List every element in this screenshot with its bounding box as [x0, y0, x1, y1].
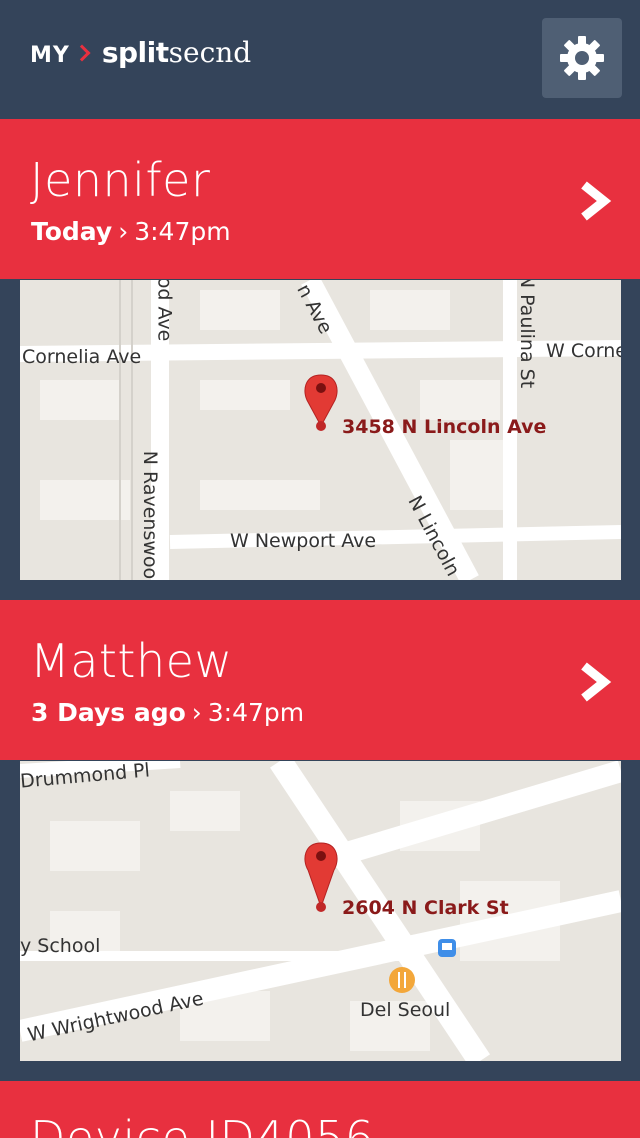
top-bar: MY split secnd: [0, 0, 640, 118]
contact-name: Jennifer: [30, 153, 211, 207]
place-label: Del Seoul: [360, 999, 451, 1021]
last-seen-clock: 3:47pm: [134, 217, 231, 246]
contact-name: Matthew: [30, 634, 233, 688]
bus-stop-icon: [438, 939, 456, 957]
gear-icon: [560, 36, 604, 80]
contact-card-matthew[interactable]: Matthew 3 Days ago › 3:47pm: [0, 600, 640, 760]
restaurant-icon: [389, 967, 415, 993]
chevron-right-icon[interactable]: [578, 662, 612, 702]
separator: ›: [118, 217, 129, 246]
street-label: W Corne: [546, 340, 621, 362]
last-seen-day: 3 Days ago: [31, 698, 186, 727]
separator: ›: [191, 698, 202, 727]
brand-logo: MY split secnd: [30, 36, 251, 69]
address-label: 3458 N Lincoln Ave: [342, 416, 547, 438]
device-card[interactable]: Device ID4056: [0, 1081, 640, 1138]
last-seen-time: 3 Days ago › 3:47pm: [31, 698, 304, 727]
street-label: Cornelia Ave: [22, 346, 142, 368]
location-map-jennifer[interactable]: Cornelia Ave W Corne W Newport Ave N Rav…: [20, 280, 621, 580]
street-label: W Newport Ave: [230, 530, 377, 552]
address-label: 2604 N Clark St: [342, 897, 509, 919]
street-label: od Ave: [153, 280, 176, 342]
device-name: Device ID4056: [30, 1111, 375, 1138]
settings-button[interactable]: [542, 18, 622, 98]
street-label: y School: [20, 935, 101, 957]
brand-chevron-icon: [73, 44, 91, 62]
last-seen-clock: 3:47pm: [207, 698, 305, 727]
chevron-right-icon[interactable]: [578, 181, 612, 221]
brand-prefix: MY: [30, 43, 70, 68]
brand-name-light: secnd: [168, 36, 252, 69]
last-seen-day: Today: [31, 217, 113, 246]
street-label: N Paulina St: [516, 280, 539, 389]
brand-name-bold: split: [101, 36, 169, 69]
last-seen-time: Today › 3:47pm: [31, 217, 231, 246]
contact-card-jennifer[interactable]: Jennifer Today › 3:47pm: [0, 119, 640, 279]
street-label: N Ravenswood: [139, 450, 162, 580]
location-map-matthew[interactable]: Drummond Pl W Wrightwood Ave y School De…: [20, 761, 621, 1061]
